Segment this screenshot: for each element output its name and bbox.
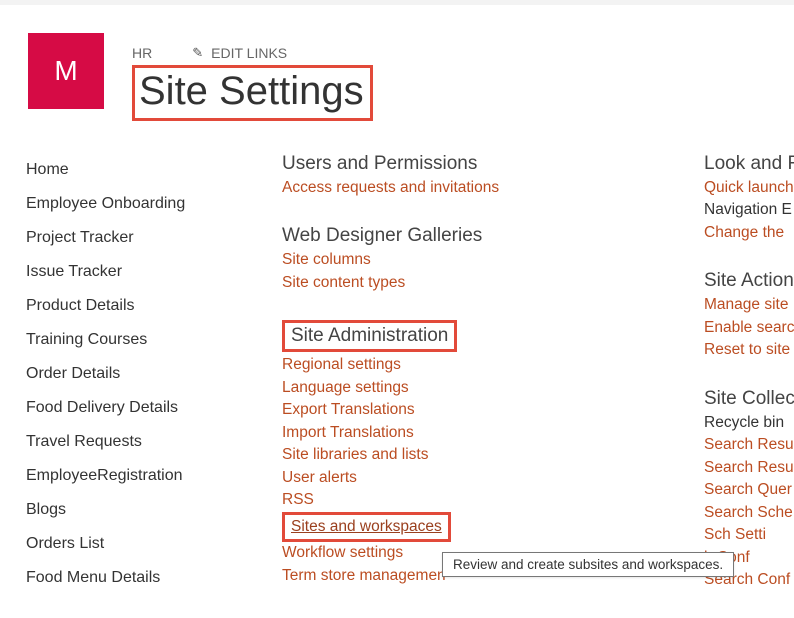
edit-links-button[interactable]: ✎ EDIT LINKS: [192, 45, 287, 61]
link-user-alerts[interactable]: User alerts: [282, 467, 634, 489]
section-site-administration: Site Administration Regional settings La…: [282, 320, 634, 587]
quick-launch-nav: Home Employee Onboarding Project Tracker…: [26, 153, 274, 618]
link-recycle-bin[interactable]: Recycle bin: [704, 412, 794, 434]
nav-item[interactable]: Project Tracker: [26, 221, 274, 255]
site-name[interactable]: HR: [132, 45, 152, 61]
section-site-actions: Site Actions Manage site Enable searc Re…: [704, 270, 794, 361]
link-quick-launch[interactable]: Quick launch: [704, 177, 794, 199]
link-rss[interactable]: RSS: [282, 489, 634, 511]
nav-item[interactable]: Product Details: [26, 289, 274, 323]
link-search-result[interactable]: Search Resu: [704, 457, 794, 479]
content: Home Employee Onboarding Project Tracker…: [0, 121, 794, 618]
tooltip-text: Review and create subsites and workspace…: [453, 557, 723, 572]
link-navigation[interactable]: Navigation E: [704, 199, 794, 221]
nav-item[interactable]: Home: [26, 153, 274, 187]
section-users-permissions: Users and Permissions Access requests an…: [282, 153, 634, 199]
site-logo-letter: M: [54, 55, 77, 87]
link-search-query[interactable]: Search Quer: [704, 479, 794, 501]
section-heading: Look and F: [704, 153, 794, 175]
link-site-content-types[interactable]: Site content types: [282, 272, 634, 294]
link-search-result[interactable]: Search Resu: [704, 434, 794, 456]
page-title: Site Settings: [139, 68, 364, 114]
link-site-libraries-lists[interactable]: Site libraries and lists: [282, 444, 634, 466]
settings-right-column: Look and F Quick launch Navigation E Cha…: [634, 153, 794, 618]
section-heading: Site Actions: [704, 270, 794, 292]
section-heading: Users and Permissions: [282, 153, 634, 175]
header-text-group: HR ✎ EDIT LINKS Site Settings: [132, 33, 373, 121]
nav-item[interactable]: Travel Requests: [26, 425, 274, 459]
page-title-highlight: Site Settings: [132, 65, 373, 121]
link-regional-settings[interactable]: Regional settings: [282, 354, 634, 376]
link-enable-search[interactable]: Enable searc: [704, 317, 794, 339]
tooltip: Review and create subsites and workspace…: [442, 552, 734, 577]
link-site-columns[interactable]: Site columns: [282, 249, 634, 271]
nav-item[interactable]: Training Courses: [26, 323, 274, 357]
link-sites-workspaces-highlight[interactable]: Sites and workspaces: [282, 512, 451, 542]
nav-item[interactable]: Orders List: [26, 527, 274, 561]
section-heading: Web Designer Galleries: [282, 225, 634, 247]
nav-item[interactable]: Order Details: [26, 357, 274, 391]
link-access-requests[interactable]: Access requests and invitations: [282, 177, 634, 199]
link-search-settings[interactable]: Sch Setti: [704, 524, 794, 546]
link-import-translations[interactable]: Import Translations: [282, 422, 634, 444]
link-change-the-look[interactable]: Change the: [704, 222, 794, 244]
header: M HR ✎ EDIT LINKS Site Settings: [0, 5, 794, 121]
edit-links-label: EDIT LINKS: [211, 45, 287, 61]
nav-item[interactable]: EmployeeRegistration: [26, 459, 274, 493]
site-logo-tile[interactable]: M: [28, 33, 104, 109]
section-web-designer-galleries: Web Designer Galleries Site columns Site…: [282, 225, 634, 294]
link-language-settings[interactable]: Language settings: [282, 377, 634, 399]
nav-item[interactable]: Issue Tracker: [26, 255, 274, 289]
link-reset-site[interactable]: Reset to site: [704, 339, 794, 361]
link-search-schema[interactable]: Search Sche: [704, 502, 794, 524]
section-heading: Site Collect: [704, 388, 794, 410]
nav-item[interactable]: Food Delivery Details: [26, 391, 274, 425]
section-look-and-feel: Look and F Quick launch Navigation E Cha…: [704, 153, 794, 244]
link-export-translations[interactable]: Export Translations: [282, 399, 634, 421]
header-top-links: HR ✎ EDIT LINKS: [132, 45, 373, 61]
nav-item[interactable]: Employee Onboarding: [26, 187, 274, 221]
nav-item[interactable]: Food Menu Details: [26, 561, 274, 595]
nav-item[interactable]: Blogs: [26, 493, 274, 527]
settings-middle-column: Users and Permissions Access requests an…: [274, 153, 634, 618]
pencil-icon: ✎: [192, 45, 203, 61]
link-manage-site[interactable]: Manage site: [704, 294, 794, 316]
section-heading-highlight: Site Administration: [282, 320, 457, 352]
